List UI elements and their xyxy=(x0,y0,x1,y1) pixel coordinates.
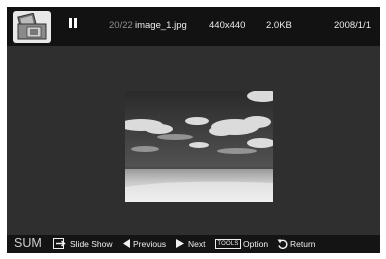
file-size: 2.0KB xyxy=(266,20,292,31)
file-name: image_1.jpg xyxy=(135,20,187,31)
screen: 20/22 image_1.jpg 440x440 2.0KB 2008/1/1 xyxy=(7,7,380,253)
control-bar: SUM Slide Show Previous Next TOOLS Optio… xyxy=(7,235,380,253)
photo-folder-icon[interactable] xyxy=(13,11,51,43)
next-button[interactable]: Next xyxy=(188,239,205,249)
image-counter: 20/22 xyxy=(109,20,133,31)
sum-mode-label: SUM xyxy=(14,236,42,250)
slideshow-button[interactable]: Slide Show xyxy=(70,239,113,249)
pause-icon xyxy=(69,18,77,28)
slideshow-icon[interactable] xyxy=(53,238,66,249)
return-button[interactable]: Return xyxy=(290,239,316,249)
next-arrow-icon[interactable] xyxy=(176,239,184,248)
info-bar: 20/22 image_1.jpg 440x440 2.0KB 2008/1/1 xyxy=(7,7,380,46)
previous-button[interactable]: Previous xyxy=(133,239,166,249)
previous-arrow-icon[interactable] xyxy=(123,239,131,248)
option-button[interactable]: Option xyxy=(243,239,268,249)
file-date: 2008/1/1 xyxy=(334,20,371,31)
image-resolution: 440x440 xyxy=(209,20,246,31)
return-icon[interactable] xyxy=(277,238,288,249)
tools-key-icon[interactable]: TOOLS xyxy=(215,239,241,249)
photo-preview[interactable] xyxy=(119,90,279,202)
